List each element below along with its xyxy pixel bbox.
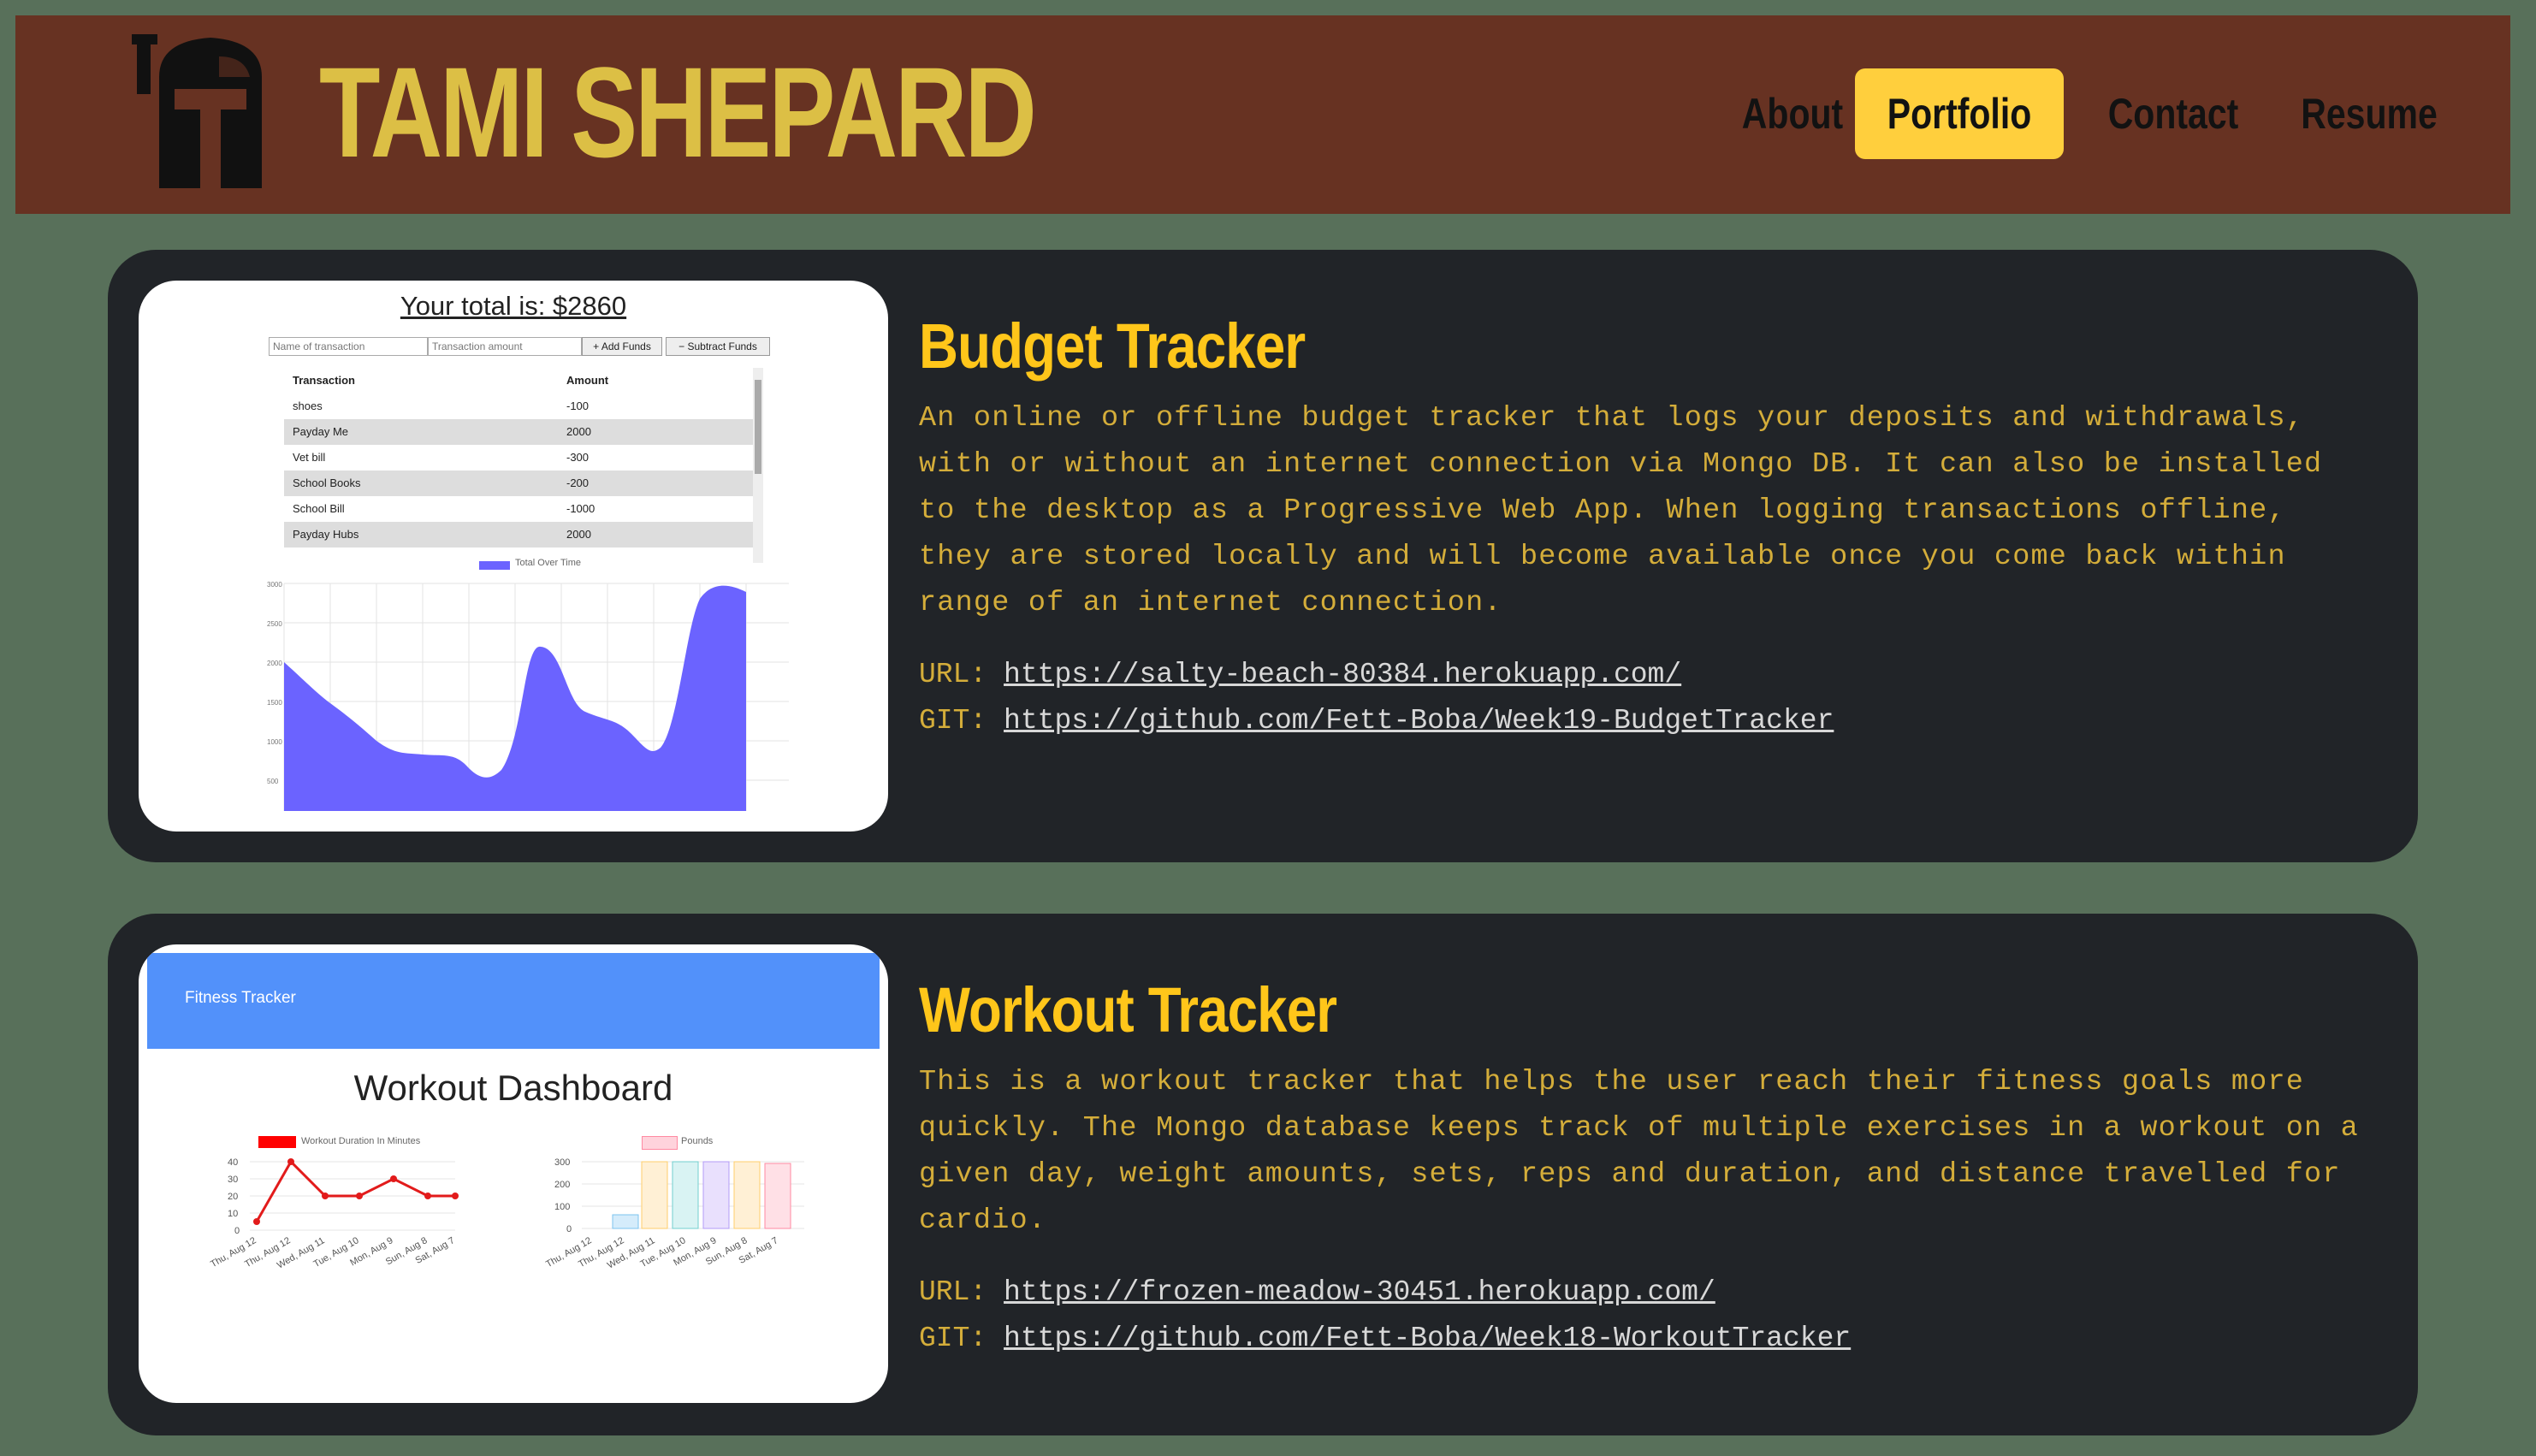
url-row: URL: https://salty-beach-80384.herokuapp… bbox=[919, 659, 1681, 690]
git-label: GIT: bbox=[919, 1323, 987, 1354]
transaction-table: Transaction Amount shoes -100 Payday Me … bbox=[284, 368, 763, 563]
duration-tick: 20 bbox=[228, 1192, 238, 1202]
table-cell: -200 bbox=[566, 476, 590, 489]
table-cell: Payday Hubs bbox=[293, 528, 359, 541]
fitness-app-name: Fitness Tracker bbox=[185, 989, 296, 1007]
table-cell: 2000 bbox=[566, 425, 591, 438]
budget-total: Your total is: $2860 bbox=[400, 291, 627, 321]
svg-text:2500: 2500 bbox=[267, 620, 282, 628]
add-funds-button: + Add Funds bbox=[582, 337, 662, 356]
project-card-workout-tracker: Fitness Tracker Workout Dashboard Workou… bbox=[108, 914, 2418, 1435]
table-scrollbar bbox=[753, 368, 763, 563]
chart-legend-swatch bbox=[479, 561, 510, 570]
table-row: School Bill -1000 bbox=[284, 496, 753, 522]
transaction-amount-input: Transaction amount bbox=[428, 337, 582, 356]
table-cell: School Bill bbox=[293, 502, 345, 515]
svg-text:500: 500 bbox=[267, 778, 279, 785]
brand-name[interactable]: TAMI SHEPARD bbox=[319, 48, 1037, 176]
workout-duration-chart: 40 30 20 10 0 Thu, Aug 12 Thu, Aug 12 We… bbox=[209, 1157, 459, 1271]
nav-portfolio[interactable]: Portfolio bbox=[1874, 68, 2045, 159]
mandalorian-helmet-logo[interactable] bbox=[125, 26, 296, 197]
url-label: URL: bbox=[919, 659, 987, 690]
table-cell: Payday Me bbox=[293, 425, 349, 438]
table-row: Vet bill -300 bbox=[284, 445, 753, 471]
project-card-budget-tracker: Your total is: $2860 Name of transaction… bbox=[108, 250, 2418, 862]
duration-tick: 0 bbox=[234, 1226, 240, 1236]
duration-legend-label: Workout Duration In Minutes bbox=[301, 1136, 421, 1146]
chart-legend-label: Total Over Time bbox=[515, 558, 582, 568]
table-cell: School Books bbox=[293, 476, 361, 489]
pounds-tick: 0 bbox=[566, 1224, 572, 1234]
nav-resume[interactable]: Resume bbox=[2296, 68, 2443, 159]
svg-text:3000: 3000 bbox=[267, 581, 282, 589]
table-header-transaction: Transaction bbox=[293, 374, 355, 387]
table-cell: -100 bbox=[566, 400, 590, 412]
table-cell: 2000 bbox=[566, 528, 591, 541]
git-repo-link[interactable]: https://github.com/Fett-Boba/Week19-Budg… bbox=[1004, 705, 1834, 737]
pounds-tick: 100 bbox=[554, 1202, 570, 1212]
table-cell: -1000 bbox=[566, 502, 595, 515]
table-row: shoes -100 bbox=[284, 394, 753, 419]
duration-tick: 10 bbox=[228, 1209, 238, 1219]
nav-contact[interactable]: Contact bbox=[2103, 68, 2243, 159]
budget-tracker-screenshot[interactable]: Your total is: $2860 Name of transaction… bbox=[139, 281, 888, 832]
duration-tick: 40 bbox=[228, 1157, 238, 1168]
table-cell: Vet bill bbox=[293, 451, 326, 464]
git-repo-link[interactable]: https://github.com/Fett-Boba/Week18-Work… bbox=[1004, 1323, 1851, 1354]
svg-text:2000: 2000 bbox=[267, 660, 282, 667]
git-label: GIT: bbox=[919, 705, 987, 737]
table-row: Payday Me 2000 bbox=[284, 419, 753, 445]
project-description: This is a workout tracker that helps the… bbox=[919, 1066, 2359, 1237]
pounds-legend-label: Pounds bbox=[681, 1136, 714, 1146]
git-row: GIT: https://github.com/Fett-Boba/Week18… bbox=[919, 1323, 1851, 1354]
live-url-link[interactable]: https://salty-beach-80384.herokuapp.com/ bbox=[1004, 659, 1681, 690]
url-row: URL: https://frozen-meadow-30451.herokua… bbox=[919, 1276, 1715, 1308]
duration-tick: 30 bbox=[228, 1175, 238, 1185]
svg-text:1000: 1000 bbox=[267, 738, 282, 746]
git-row: GIT: https://github.com/Fett-Boba/Week19… bbox=[919, 705, 1834, 737]
table-row: School Books -200 bbox=[284, 471, 753, 496]
nav-about[interactable]: About bbox=[1733, 68, 1852, 159]
table-header-amount: Amount bbox=[566, 374, 609, 387]
transaction-name-input: Name of transaction bbox=[269, 337, 428, 356]
table-row: Payday Hubs 2000 bbox=[284, 522, 753, 547]
pounds-lifted-chart: 300 200 100 0 Thu, Aug 12 Thu, Aug 12 We… bbox=[544, 1157, 804, 1271]
dashboard-title: Workout Dashboard bbox=[353, 1068, 673, 1108]
url-label: URL: bbox=[919, 1276, 987, 1308]
table-cell: -300 bbox=[566, 451, 590, 464]
project-title: Budget Tracker bbox=[919, 311, 1306, 382]
subtract-funds-button: − Subtract Funds bbox=[666, 337, 770, 356]
svg-text:1500: 1500 bbox=[267, 699, 282, 707]
project-title: Workout Tracker bbox=[919, 974, 1337, 1045]
workout-tracker-screenshot[interactable]: Fitness Tracker Workout Dashboard Workou… bbox=[139, 944, 888, 1403]
live-url-link[interactable]: https://frozen-meadow-30451.herokuapp.co… bbox=[1004, 1276, 1715, 1308]
project-description: An online or offline budget tracker that… bbox=[919, 402, 2323, 619]
table-cell: shoes bbox=[293, 400, 323, 412]
pounds-tick: 200 bbox=[554, 1180, 570, 1190]
total-over-time-chart: 3000 2500 2000 1500 1000 500 bbox=[267, 581, 789, 811]
pounds-tick: 300 bbox=[554, 1157, 570, 1168]
